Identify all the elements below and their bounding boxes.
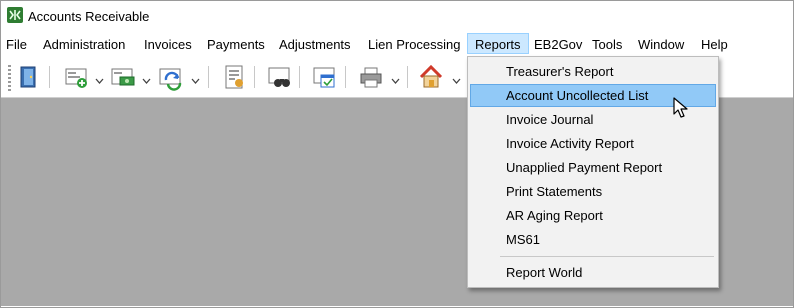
- toolbar-grip[interactable]: [8, 65, 11, 91]
- chevron-down-icon[interactable]: [142, 73, 151, 84]
- printer-icon[interactable]: [357, 63, 385, 91]
- menu-bar: File Administration Invoices Payments Ad…: [1, 33, 793, 55]
- menu-item-label: AR Aging Report: [506, 208, 603, 223]
- menu-item-treasurers-report[interactable]: Treasurer's Report: [470, 60, 716, 83]
- menu-item-label: Print Statements: [506, 184, 603, 199]
- chevron-down-icon[interactable]: [191, 73, 200, 84]
- toolbar-separator: [208, 66, 209, 88]
- toolbar-separator: [407, 66, 408, 88]
- calendar-icon[interactable]: [311, 63, 339, 91]
- menu-separator: [500, 256, 714, 257]
- title-bar: Accounts Receivable: [1, 1, 793, 31]
- menu-file[interactable]: File: [6, 34, 27, 55]
- chevron-down-icon[interactable]: [95, 73, 104, 84]
- binoculars-icon[interactable]: [266, 63, 294, 91]
- menu-item-label: Invoice Journal: [506, 112, 594, 127]
- menu-window[interactable]: Window: [638, 34, 684, 55]
- toolbar-separator: [299, 66, 300, 88]
- menu-item-label: Report World: [506, 265, 583, 280]
- refresh-icon[interactable]: [157, 63, 185, 91]
- toolbar-separator: [254, 66, 255, 88]
- add-record-icon[interactable]: [63, 63, 91, 91]
- menu-help[interactable]: Help: [701, 34, 728, 55]
- exit-icon[interactable]: [15, 63, 43, 91]
- menu-lien-processing[interactable]: Lien Processing: [368, 34, 461, 55]
- menu-invoices[interactable]: Invoices: [144, 34, 192, 55]
- reports-dropdown-menu: Treasurer's Report Account Uncollected L…: [467, 56, 719, 288]
- menu-item-report-world[interactable]: Report World: [470, 261, 716, 284]
- menu-tools[interactable]: Tools: [592, 34, 622, 55]
- menu-administration[interactable]: Administration: [43, 34, 125, 55]
- mouse-cursor-icon: [673, 97, 689, 119]
- app-icon: [7, 7, 23, 23]
- menu-payments[interactable]: Payments: [207, 34, 265, 55]
- menu-item-unapplied-payment-report[interactable]: Unapplied Payment Report: [470, 156, 716, 179]
- toolbar-separator: [345, 66, 346, 88]
- window-title: Accounts Receivable: [28, 9, 150, 24]
- menu-item-label: MS61: [506, 232, 540, 247]
- menu-item-label: Invoice Activity Report: [506, 136, 634, 151]
- menu-item-label: Treasurer's Report: [506, 64, 614, 79]
- menu-item-invoice-activity-report[interactable]: Invoice Activity Report: [470, 132, 716, 155]
- chevron-down-icon[interactable]: [452, 73, 461, 84]
- toolbar-separator: [49, 66, 50, 88]
- menu-item-ms61[interactable]: MS61: [470, 228, 716, 251]
- home-icon[interactable]: [417, 63, 445, 91]
- report-list-icon[interactable]: [220, 63, 248, 91]
- menu-item-ar-aging-report[interactable]: AR Aging Report: [470, 204, 716, 227]
- chevron-down-icon[interactable]: [391, 73, 400, 84]
- payment-icon[interactable]: [109, 63, 137, 91]
- menu-item-label: Account Uncollected List: [506, 88, 649, 103]
- menu-item-label: Unapplied Payment Report: [506, 160, 663, 175]
- menu-adjustments[interactable]: Adjustments: [279, 34, 351, 55]
- menu-item-print-statements[interactable]: Print Statements: [470, 180, 716, 203]
- menu-reports[interactable]: Reports: [467, 33, 529, 54]
- menu-eb2gov[interactable]: EB2Gov: [534, 34, 582, 55]
